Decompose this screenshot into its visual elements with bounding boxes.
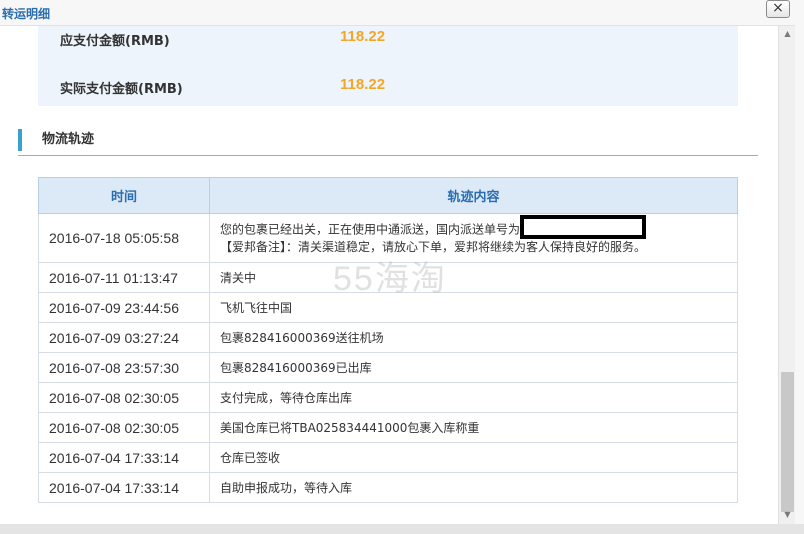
scroll-up-icon[interactable]: ▲: [782, 29, 793, 39]
dialog-bottom-edge: [0, 524, 804, 534]
table-row: 2016-07-04 17:33:14 仓库已签收: [38, 442, 738, 473]
row-time: 2016-07-09 23:44:56: [38, 292, 210, 323]
background-window-edge: [795, 0, 804, 534]
row-time: 2016-07-08 23:57:30: [38, 352, 210, 383]
row-time: 2016-07-18 05:05:58: [38, 213, 210, 263]
section-divider: [18, 155, 758, 156]
amount-paid-label: 实际支付金额(RMB): [60, 82, 183, 97]
titlebar: 转运明细 ×: [0, 0, 804, 26]
row-time: 2016-07-09 03:27:24: [38, 322, 210, 353]
row-content: 美国仓库已将TBA025834441000包裹入库称重: [209, 412, 738, 443]
row-content: 支付完成，等待仓库出库: [209, 382, 738, 413]
amount-paid-value: 118.22: [340, 76, 386, 93]
row-content: 飞机飞往中国: [209, 292, 738, 323]
row-time: 2016-07-11 01:13:47: [38, 262, 210, 293]
scroll-down-icon[interactable]: ▼: [782, 510, 793, 520]
row-time: 2016-07-04 17:33:14: [38, 442, 210, 473]
row-time: 2016-07-04 17:33:14: [38, 472, 210, 503]
tracking-table: 时间 轨迹内容 2016-07-18 05:05:58 您的包裹已经出关，正在使…: [38, 177, 738, 503]
amount-due-label: 应支付金额(RMB): [60, 34, 170, 49]
row-content: 您的包裹已经出关，正在使用中通派送，国内派送单号为 【爱邦备注】：清关渠道稳定，…: [209, 213, 738, 263]
logistics-dialog: 转运明细 × 应支付金额(RMB) 118.22 实际支付金额(RMB) 118…: [0, 0, 804, 534]
vertical-scrollbar[interactable]: ▲ ▼: [778, 26, 795, 524]
amount-due-value: 118.22: [340, 28, 386, 45]
row-content: 仓库已签收: [209, 442, 738, 473]
row-content: 自助申报成功，等待入库: [209, 472, 738, 503]
dialog-content: 应支付金额(RMB) 118.22 实际支付金额(RMB) 118.22 物流轨…: [0, 26, 778, 526]
table-row: 2016-07-08 23:57:30 包裹828416000369已出库: [38, 352, 738, 383]
section-title: 物流轨迹: [18, 129, 94, 151]
row-content: 包裹828416000369已出库: [209, 352, 738, 383]
header-time: 时间: [38, 177, 210, 214]
table-row: 2016-07-04 17:33:14 自助申报成功，等待入库: [38, 472, 738, 503]
watermark: 55海淘: [333, 260, 447, 298]
table-header-row: 时间 轨迹内容: [38, 177, 738, 214]
table-row: 2016-07-08 02:30:05 支付完成，等待仓库出库: [38, 382, 738, 413]
header-content: 轨迹内容: [209, 177, 738, 214]
close-button[interactable]: ×: [766, 0, 790, 18]
table-row: 2016-07-08 02:30:05 美国仓库已将TBA02583444100…: [38, 412, 738, 443]
close-icon: ×: [772, 0, 784, 16]
row-content-line1: 您的包裹已经出关，正在使用中通派送，国内派送单号为: [220, 222, 521, 237]
scrollbar-thumb[interactable]: [781, 372, 794, 512]
payment-summary: 应支付金额(RMB) 118.22 实际支付金额(RMB) 118.22: [38, 26, 738, 106]
redaction-box: [520, 215, 647, 239]
row-content: 清关中: [209, 262, 738, 293]
row-content: 包裹828416000369送往机场: [209, 322, 738, 353]
row-time: 2016-07-08 02:30:05: [38, 382, 210, 413]
row-time: 2016-07-08 02:30:05: [38, 412, 210, 443]
table-row: 2016-07-09 03:27:24 包裹828416000369送往机场: [38, 322, 738, 353]
dialog-title: 转运明细: [2, 7, 51, 21]
